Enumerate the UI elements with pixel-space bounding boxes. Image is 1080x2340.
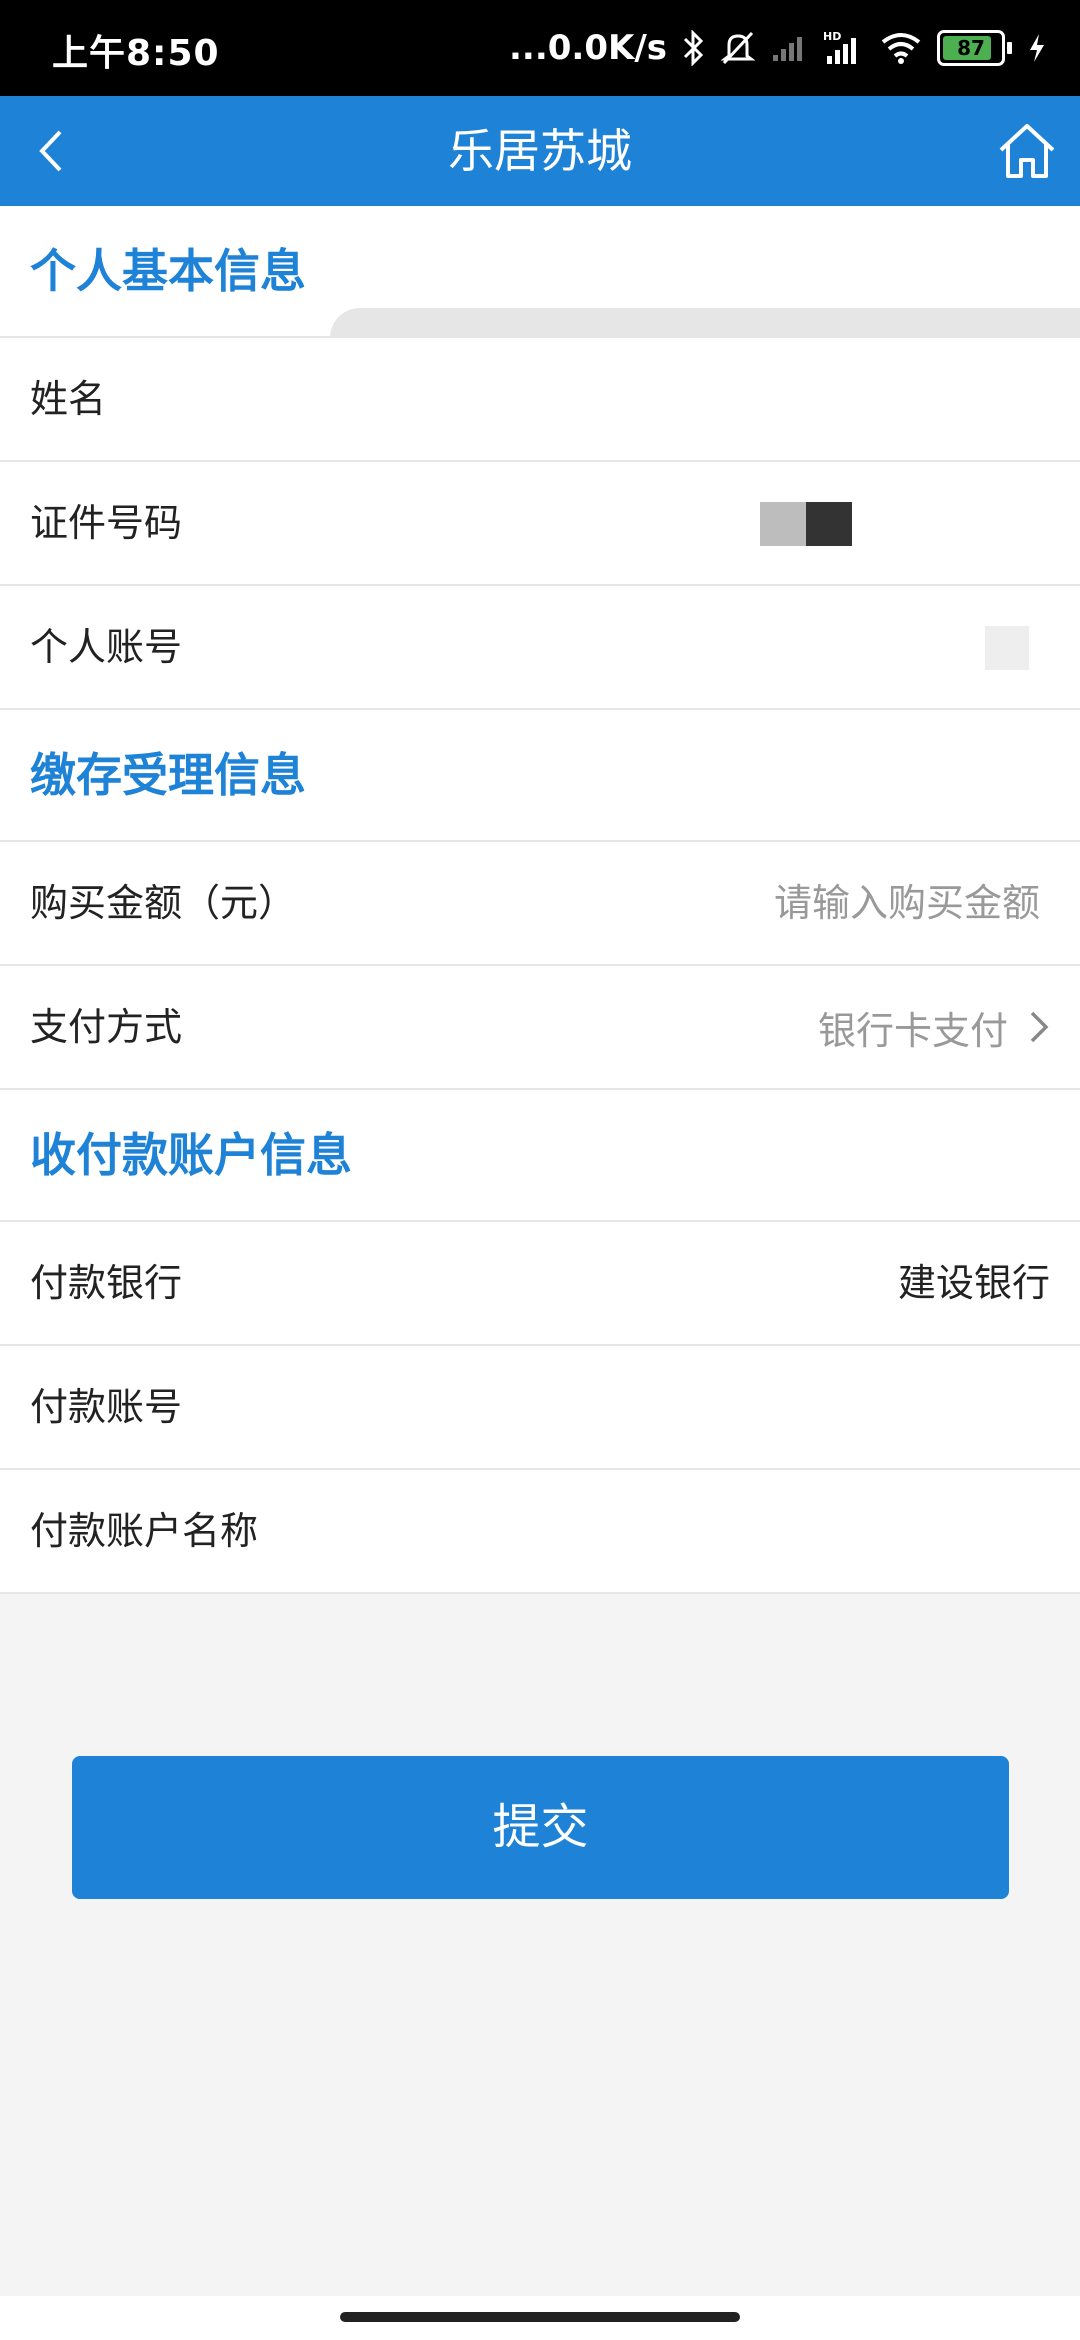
section-title: 缴存受理信息 <box>30 748 306 802</box>
home-button[interactable] <box>996 120 1058 182</box>
payment-bank-label: 付款银行 <box>30 1261 183 1305</box>
charging-icon <box>1028 32 1046 64</box>
status-bar: 上午8:50 ...0.0K/s HD 87 <box>0 0 1080 96</box>
redaction-mask <box>985 626 1029 670</box>
section-account-info: 收付款账户信息 <box>0 1090 1080 1222</box>
redaction-mask <box>760 502 806 546</box>
purchase-amount-row[interactable]: 购买金额（元） 请输入购买金额 <box>0 842 1080 966</box>
home-icon <box>999 124 1055 178</box>
payment-account-name-label: 付款账户名称 <box>30 1509 259 1553</box>
page-title: 乐居苏城 <box>448 124 632 178</box>
section-deposit-info: 缴存受理信息 <box>0 710 1080 842</box>
payment-method-value: 银行卡支付 <box>817 1008 1008 1053</box>
form: 个人基本信息 姓名 证件号码 个人账号 缴存受理信息 购买金额（元） 请输入购买… <box>0 206 1080 1594</box>
section-title: 个人基本信息 <box>30 244 306 298</box>
redaction-mask <box>330 308 1080 338</box>
payment-bank-row[interactable]: 付款银行 建设银行 <box>0 1222 1080 1346</box>
nav-bar: 乐居苏城 <box>0 96 1080 206</box>
purchase-amount-input[interactable]: 请输入购买金额 <box>774 842 1040 964</box>
mute-bell-icon <box>721 30 755 66</box>
payment-account-name-row: 付款账户名称 <box>0 1470 1080 1594</box>
section-personal-info: 个人基本信息 <box>0 206 1080 338</box>
status-time: 上午8:50 <box>52 33 220 74</box>
network-speed: ...0.0K/s <box>509 28 667 68</box>
payment-method-select[interactable]: 银行卡支付 <box>818 966 1052 1088</box>
id-number-row: 证件号码 <box>0 462 1080 586</box>
svg-text:HD: HD <box>823 30 841 43</box>
wifi-icon <box>881 32 921 64</box>
battery-level: 87 <box>957 36 985 60</box>
personal-account-row: 个人账号 <box>0 586 1080 710</box>
home-indicator[interactable] <box>340 2312 740 2322</box>
name-label: 姓名 <box>30 377 107 421</box>
redaction-mask <box>806 502 852 546</box>
hd-signal-icon: HD <box>823 30 865 66</box>
bluetooth-icon <box>683 30 705 66</box>
section-title: 收付款账户信息 <box>30 1128 352 1182</box>
signal-icon <box>771 33 807 63</box>
purchase-amount-label: 购买金额（元） <box>30 881 297 925</box>
name-row: 姓名 <box>0 338 1080 462</box>
status-icons: ...0.0K/s HD 87 <box>509 20 1046 76</box>
id-number-label: 证件号码 <box>30 501 183 545</box>
personal-account-label: 个人账号 <box>30 625 183 669</box>
payment-account-label: 付款账号 <box>30 1385 183 1429</box>
chevron-right-icon <box>1030 1011 1049 1043</box>
payment-method-label: 支付方式 <box>30 1005 183 1049</box>
payment-bank-value: 建设银行 <box>897 1261 1050 1305</box>
battery-icon: 87 <box>937 30 1012 66</box>
payment-account-row: 付款账号 <box>0 1346 1080 1470</box>
submit-button[interactable]: 提交 <box>72 1756 1009 1899</box>
payment-method-row[interactable]: 支付方式 银行卡支付 <box>0 966 1080 1090</box>
